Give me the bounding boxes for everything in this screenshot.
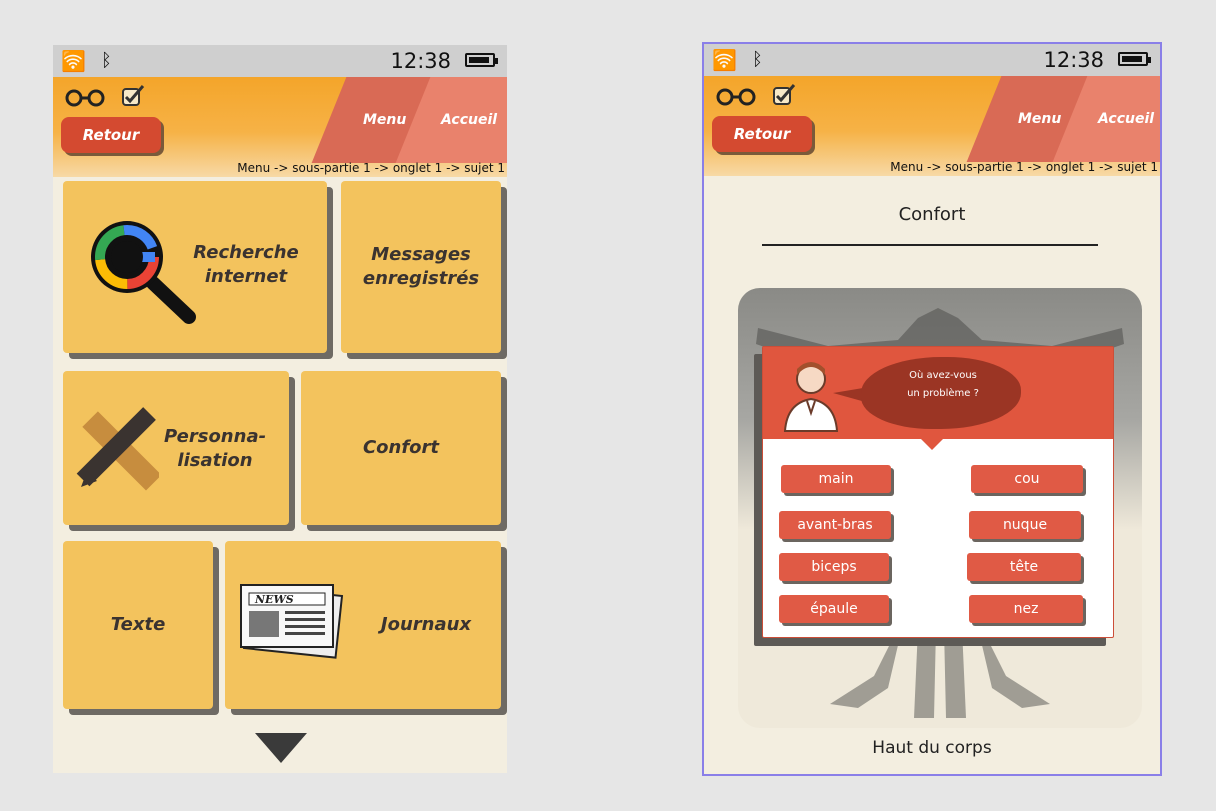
tile-comfort[interactable]: Confort <box>301 371 501 525</box>
pencil-ruler-icon <box>76 407 159 491</box>
home-screen: 🛜 ᛒ 12:38 Retour Menu Accueil Menu -> so… <box>53 45 507 773</box>
breadcrumb: Menu -> sous-partie 1 -> onglet 1 -> suj… <box>237 161 505 175</box>
tab-menu-label: Menu <box>1018 111 1062 127</box>
tile-label: Recherche internet <box>193 242 299 287</box>
app-header: Retour Menu Accueil Menu -> sous-partie … <box>704 76 1160 176</box>
newspaper-icon: NEWS <box>240 584 344 659</box>
check-pencil-icon <box>122 85 145 106</box>
wifi-icon: 🛜 <box>61 49 86 73</box>
tile-text[interactable]: Texte <box>63 541 213 709</box>
section-label: Haut du corps <box>872 738 992 758</box>
bluetooth-icon: ᛒ <box>101 50 112 71</box>
tile-saved-messages[interactable]: Messages enregistrés <box>341 181 501 353</box>
scroll-down-arrow-icon[interactable] <box>255 733 307 763</box>
status-bar: 🛜 ᛒ 12:38 <box>704 44 1160 76</box>
question-panel: Où avez-vous un problème ? main avant-br… <box>762 346 1114 638</box>
tab-accueil-label: Accueil <box>440 112 498 128</box>
glasses-icon <box>65 89 105 107</box>
bluetooth-icon: ᛒ <box>752 49 763 70</box>
tab-accueil-label: Accueil <box>1097 111 1155 127</box>
page-title: Confort <box>898 204 966 225</box>
newspaper-headline: NEWS <box>254 593 294 606</box>
tile-newspapers[interactable]: NEWS Journaux <box>225 541 501 709</box>
comfort-screen: 🛜 ᛒ 12:38 Retour Menu Accueil Menu -> so… <box>702 42 1162 776</box>
check-pencil-icon <box>773 84 796 105</box>
breadcrumb: Menu -> sous-partie 1 -> onglet 1 -> suj… <box>890 160 1158 174</box>
back-button[interactable]: Retour <box>712 116 812 152</box>
option-nez[interactable]: nez <box>969 595 1083 623</box>
tile-label: Messages enregistrés <box>362 244 480 289</box>
option-main[interactable]: main <box>781 465 891 493</box>
battery-icon <box>1118 52 1151 66</box>
option-biceps[interactable]: biceps <box>779 553 889 581</box>
option-cou[interactable]: cou <box>971 465 1083 493</box>
tile-label: Confort <box>362 437 440 458</box>
app-header: Retour Menu Accueil Menu -> sous-partie … <box>53 77 507 177</box>
tile-label: Journaux <box>380 614 472 635</box>
option-tete[interactable]: tête <box>967 553 1081 581</box>
title-divider <box>762 244 1098 246</box>
tile-personalisation[interactable]: Personna- lisation <box>63 371 289 525</box>
question-line: Où avez-vous un problème ? <box>907 370 979 399</box>
question-header: Où avez-vous un problème ? <box>763 347 1113 439</box>
tile-internet-search[interactable]: Recherche internet <box>63 181 327 353</box>
wifi-icon: 🛜 <box>712 48 737 72</box>
tile-label: Personna- lisation <box>163 426 267 471</box>
glasses-icon <box>716 88 756 106</box>
back-button[interactable]: Retour <box>61 117 161 153</box>
option-epaule[interactable]: épaule <box>779 595 889 623</box>
tab-menu-label: Menu <box>363 112 407 128</box>
option-nuque[interactable]: nuque <box>969 511 1081 539</box>
question-text: Où avez-vous un problème ? <box>873 367 1013 403</box>
option-avant-bras[interactable]: avant-bras <box>779 511 891 539</box>
status-time: 12:38 <box>1043 48 1104 72</box>
battery-icon <box>465 53 498 67</box>
status-time: 12:38 <box>390 49 451 73</box>
status-bar: 🛜 ᛒ 12:38 <box>53 45 507 77</box>
panel-notch <box>921 439 943 450</box>
tile-label: Texte <box>110 614 166 635</box>
